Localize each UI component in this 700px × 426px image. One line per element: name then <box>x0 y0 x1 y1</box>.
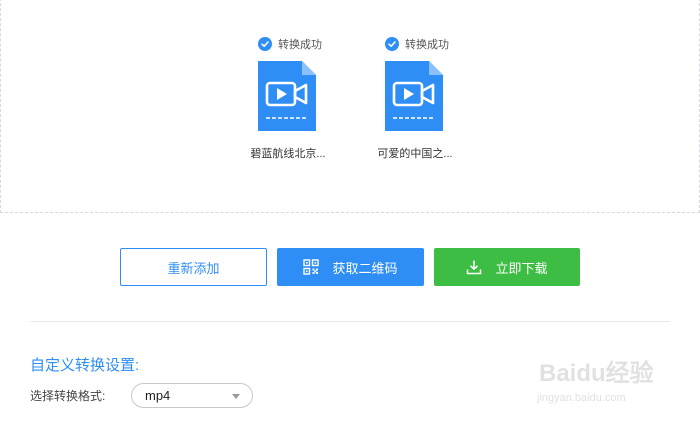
qr-code-icon <box>303 259 320 275</box>
file-name: 碧蓝航线北京... <box>250 148 326 160</box>
download-now-button-label: 立即下载 <box>495 260 548 276</box>
readd-button[interactable]: 重新添加 <box>120 248 267 286</box>
status-text: 转换成功 <box>278 39 322 51</box>
conversion-status: 转换成功 <box>258 36 322 52</box>
download-now-button[interactable]: 立即下载 <box>434 248 580 286</box>
divider <box>30 321 670 322</box>
baidu-jingyan-watermark: Baidu经验 jingyan.baidu.com <box>533 349 673 411</box>
custom-settings-title: 自定义转换设置: <box>30 357 140 374</box>
chevron-down-icon <box>232 394 240 399</box>
readd-button-label: 重新添加 <box>167 260 220 276</box>
conversion-status: 转换成功 <box>385 36 449 52</box>
format-select-value: mp4 <box>145 388 171 403</box>
format-label: 选择转换格式: <box>30 389 106 403</box>
watermark-brand: Baidu经验 <box>539 360 654 387</box>
check-circle-icon <box>385 37 399 51</box>
get-qr-code-button[interactable]: 获取二维码 <box>277 248 424 286</box>
upload-panel: 转换成功 碧蓝航线北京... 转换成功 可爱的中国之... <box>0 0 700 213</box>
video-file-icon <box>258 61 316 131</box>
file-name: 可爱的中国之... <box>377 148 453 160</box>
download-icon <box>466 259 482 275</box>
status-text: 转换成功 <box>405 39 449 51</box>
video-file-icon <box>385 61 443 131</box>
format-select[interactable]: mp4 <box>131 383 253 408</box>
get-qr-code-button-label: 获取二维码 <box>332 260 398 276</box>
check-circle-icon <box>258 37 272 51</box>
watermark-url: jingyan.baidu.com <box>537 392 626 404</box>
